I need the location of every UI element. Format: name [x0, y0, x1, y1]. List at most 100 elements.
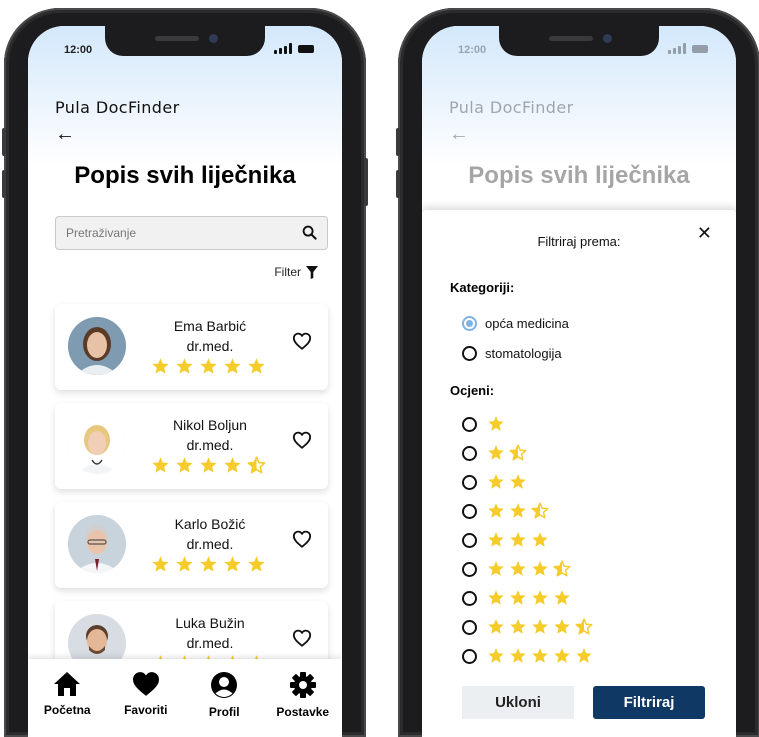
- rating-stars: [487, 531, 549, 549]
- radio[interactable]: [462, 445, 477, 461]
- radio[interactable]: [462, 474, 477, 490]
- star-icon: [200, 556, 217, 572]
- star-icon: [554, 648, 570, 663]
- radio[interactable]: [462, 561, 477, 577]
- close-icon[interactable]: ✕: [697, 224, 712, 242]
- star-icon: [576, 648, 592, 663]
- nav-item-home[interactable]: Početna: [28, 659, 107, 737]
- nav-label: Početna: [43, 703, 91, 717]
- doctor-title: dr.med.: [186, 437, 234, 453]
- power-button: [364, 158, 368, 206]
- star-icon: [510, 532, 526, 547]
- radio-selected[interactable]: [462, 316, 477, 331]
- apply-filter-button[interactable]: Filtriraj: [593, 686, 705, 719]
- filter-screen: 12:00 Pula DocFinder ← Popis svih liječn…: [422, 26, 736, 737]
- doctor-card[interactable]: Nikol Boljun dr.med.: [55, 403, 328, 489]
- star-icon: [152, 358, 169, 374]
- rating-option[interactable]: [462, 647, 593, 665]
- favorite-heart-icon[interactable]: [292, 530, 312, 548]
- radio[interactable]: [462, 416, 477, 432]
- star-icon: [224, 457, 241, 473]
- star-icon: [488, 474, 504, 489]
- star-icon: [248, 358, 265, 374]
- nav-item-profile[interactable]: Profil: [185, 659, 264, 737]
- rating-option[interactable]: [462, 589, 571, 607]
- star-icon: [488, 619, 504, 634]
- star-icon: [488, 590, 504, 605]
- doctor-title: dr.med.: [186, 536, 234, 552]
- star-icon: [532, 619, 548, 634]
- star-icon: [248, 556, 265, 572]
- rating-option[interactable]: [462, 560, 571, 578]
- radio[interactable]: [462, 619, 477, 635]
- search-input[interactable]: [66, 217, 286, 249]
- app-title: Pula DocFinder: [449, 98, 574, 117]
- rating-option[interactable]: [462, 473, 527, 491]
- favorite-heart-icon[interactable]: [292, 629, 312, 647]
- signal-icon: [274, 43, 292, 54]
- star-icon: [510, 590, 526, 605]
- star-icon: [488, 648, 504, 663]
- star-icon: [510, 561, 526, 576]
- star-icon: [510, 648, 526, 663]
- status-time: 12:00: [458, 44, 487, 56]
- nav-item-favorites[interactable]: Favoriti: [107, 659, 186, 737]
- rating-option[interactable]: [462, 502, 549, 520]
- doctor-card[interactable]: Karlo Božić dr.med.: [55, 502, 328, 588]
- bottom-navigation: Početna Favoriti Profil Postavke: [28, 659, 342, 737]
- star-icon: [488, 445, 504, 460]
- back-arrow-icon: ←: [449, 123, 469, 145]
- rating-option[interactable]: [462, 618, 593, 636]
- category-option-dental[interactable]: stomatologija: [462, 346, 562, 361]
- doctor-card[interactable]: Ema Barbić dr.med.: [55, 304, 328, 390]
- rating-stars: [487, 415, 505, 433]
- rating-option[interactable]: [462, 444, 527, 462]
- rating-stars: [487, 560, 571, 578]
- volume-down-button: [2, 170, 6, 198]
- rating-stars: [487, 589, 571, 607]
- doctor-rating: [151, 357, 266, 376]
- nav-item-settings[interactable]: Postavke: [264, 659, 343, 737]
- page-title: Popis svih liječnika: [74, 162, 296, 189]
- page-title: Popis svih liječnika: [468, 162, 690, 189]
- radio[interactable]: [462, 648, 477, 664]
- doctor-avatar: [68, 416, 126, 474]
- volume-down-button: [396, 170, 400, 198]
- doctor-rating: [151, 456, 266, 475]
- favorite-heart-icon[interactable]: [292, 431, 312, 449]
- star-icon: [488, 416, 504, 431]
- filter-button[interactable]: Filter: [274, 265, 318, 279]
- star-icon: [488, 503, 504, 518]
- star-icon: [176, 556, 193, 572]
- category-option-general[interactable]: opća medicina: [462, 316, 569, 331]
- star-icon: [152, 556, 169, 572]
- doctor-title: dr.med.: [186, 635, 234, 651]
- user-icon: [211, 672, 238, 698]
- back-arrow-icon[interactable]: ←: [55, 124, 75, 144]
- favorite-heart-icon[interactable]: [292, 332, 312, 350]
- search-box: [55, 216, 328, 250]
- doctor-rating: [151, 555, 266, 574]
- rating-option[interactable]: [462, 531, 549, 549]
- funnel-icon: [306, 265, 318, 279]
- rating-stars: [487, 473, 527, 491]
- remove-filter-button[interactable]: Ukloni: [462, 686, 574, 719]
- radio[interactable]: [462, 503, 477, 519]
- doctor-name: Luka Bužin: [175, 615, 245, 631]
- rating-stars: [487, 502, 549, 520]
- radio[interactable]: [462, 590, 477, 606]
- star-icon: [532, 561, 548, 576]
- radio[interactable]: [462, 346, 477, 361]
- category-heading: Kategoriji:: [450, 280, 515, 295]
- battery-icon: [692, 45, 708, 53]
- rating-heading: Ocjeni:: [450, 383, 495, 398]
- search-icon[interactable]: [302, 225, 317, 240]
- star-icon: [554, 619, 570, 634]
- rating-option[interactable]: [462, 415, 505, 433]
- volume-up-button: [2, 128, 6, 156]
- notch: [105, 26, 265, 56]
- radio[interactable]: [462, 532, 477, 548]
- category-label: opća medicina: [485, 316, 569, 331]
- star-icon: [510, 619, 526, 634]
- notch: [499, 26, 659, 56]
